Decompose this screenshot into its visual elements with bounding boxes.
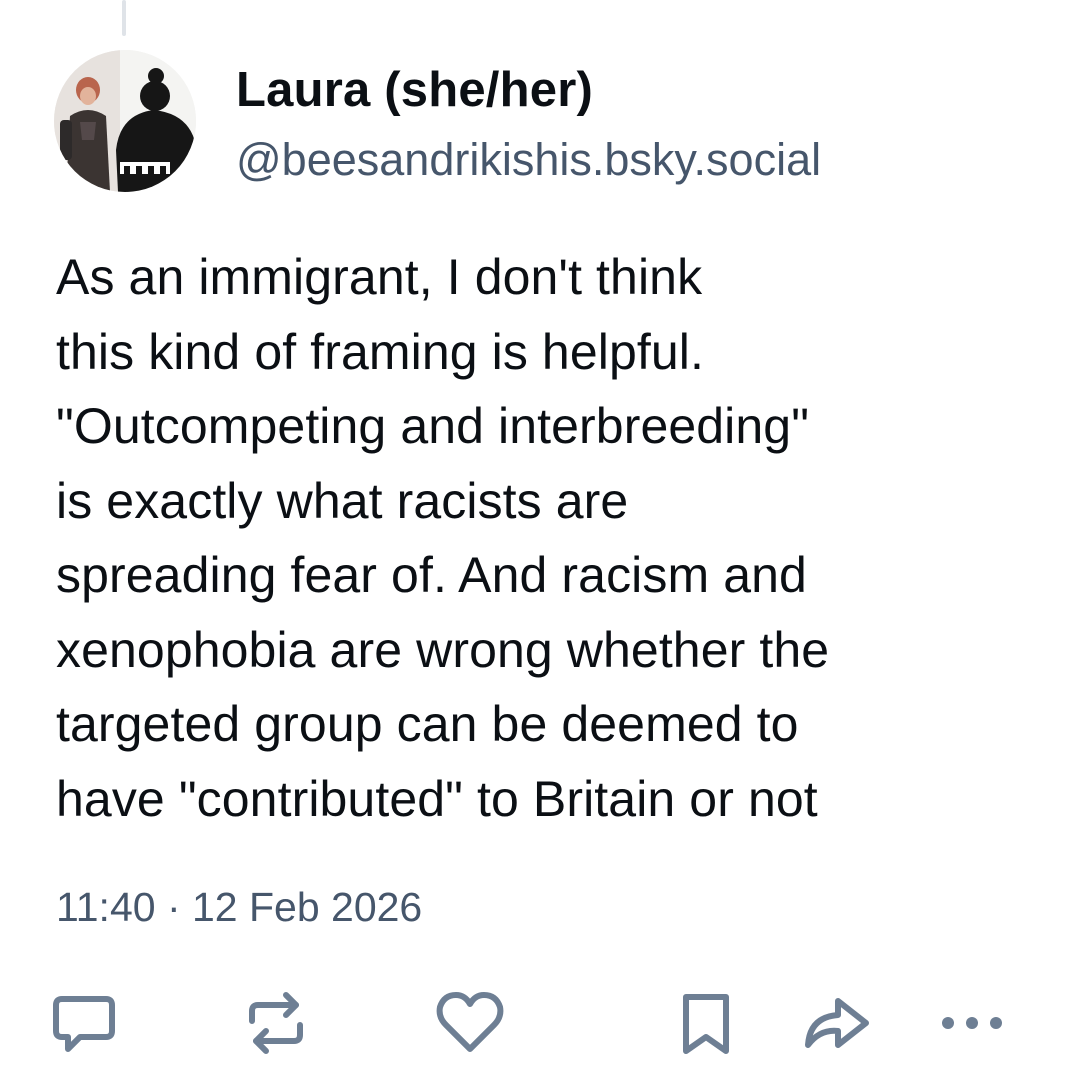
ellipsis-icon — [942, 1017, 1002, 1029]
post-text-line: xenophobia are wrong whether the — [56, 621, 830, 678]
speech-bubble-icon — [53, 996, 115, 1052]
share-button[interactable] — [798, 985, 874, 1061]
bookmark-icon — [683, 994, 729, 1054]
post-page: Laura (she/her) @beesandrikishis.bsky.so… — [0, 0, 1080, 1080]
author-display-name[interactable]: Laura (she/her) — [236, 62, 593, 118]
like-button[interactable] — [432, 985, 508, 1061]
avatar-image — [54, 50, 196, 192]
post-body-text: As an immigrant, I don't think this kind… — [56, 240, 1036, 836]
repost-icon — [249, 992, 303, 1054]
more-options-button[interactable] — [934, 985, 1010, 1061]
heart-icon — [436, 992, 504, 1052]
post-timestamp[interactable]: 11:40 · 12 Feb 2026 — [56, 884, 422, 931]
author-avatar[interactable] — [54, 50, 196, 192]
thread-connector-line — [122, 0, 126, 36]
post-text-line: this kind of framing is helpful. — [56, 323, 704, 380]
post-text-line: have "contributed" to Britain or not — [56, 770, 818, 827]
post-text-line: As an immigrant, I don't think — [56, 249, 703, 305]
reply-button[interactable] — [46, 985, 122, 1061]
post-text-line: spreading fear of. And racism and — [56, 547, 807, 603]
post-text-line: is exactly what racists are — [56, 472, 629, 529]
post-text-line: "Outcompeting and interbreeding" — [56, 398, 810, 454]
post-text-line: targeted group can be deemed to — [56, 696, 799, 752]
share-arrow-icon — [805, 998, 869, 1048]
author-handle[interactable]: @beesandrikishis.bsky.social — [236, 134, 821, 186]
repost-button[interactable] — [238, 985, 314, 1061]
bookmark-button[interactable] — [668, 985, 744, 1061]
